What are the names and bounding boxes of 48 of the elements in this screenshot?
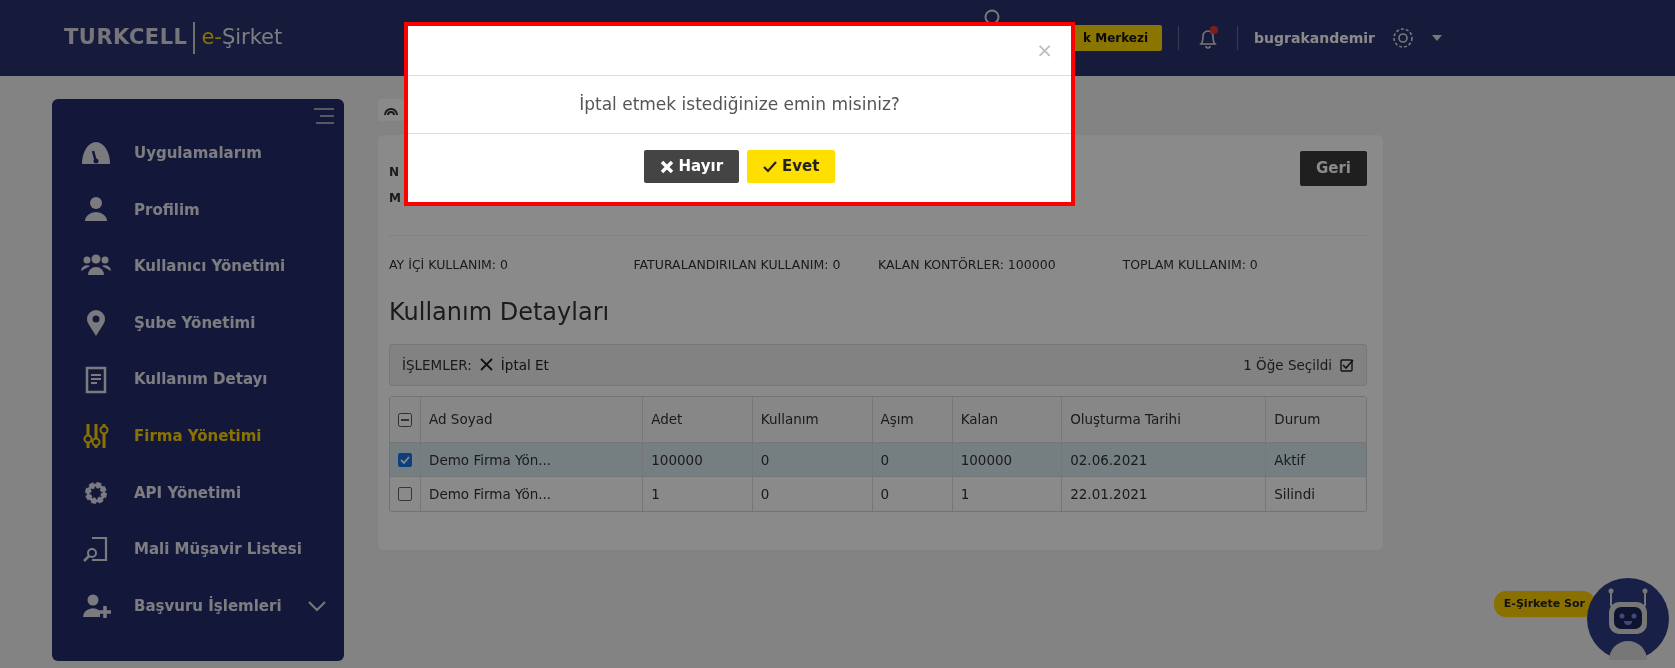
table-cell: 0: [872, 442, 953, 477]
stat-text: AY İÇİ KULLANIM: 0: [389, 258, 509, 272]
column-header: Durum: [1265, 396, 1366, 443]
table-cell: 0: [872, 476, 953, 511]
sidebar-item[interactable]: Başvuru İşlemleri: [62, 577, 334, 635]
table-cell: Silindi: [1265, 476, 1366, 511]
sidebar-item[interactable]: Firma Yönetimi: [62, 407, 334, 465]
table-cell: 0: [752, 476, 872, 511]
back-button[interactable]: Geri: [1299, 151, 1367, 186]
chat-bubble[interactable]: E-Şirkete Sor: [1493, 590, 1595, 618]
table-cell: 1: [952, 476, 1062, 511]
info-text: N: [389, 164, 401, 181]
column-header: Adet: [642, 396, 753, 443]
sidebar-item[interactable]: Profilim: [62, 181, 334, 239]
column-header: Oluşturma Tarihi: [1061, 396, 1266, 443]
dialog-message: İptal etmek istediğinize emin misiniz?: [579, 92, 900, 116]
column-header: Aşım: [872, 396, 953, 443]
column-header: Kalan: [952, 396, 1062, 443]
info-text: M: [389, 190, 401, 207]
username[interactable]: bugrakandemir: [1254, 27, 1375, 49]
table-cell: Demo Firma Yön...: [420, 476, 643, 511]
table-cell: 100000: [642, 442, 753, 477]
toolbar-label: İŞLEMLER:: [402, 355, 472, 375]
stat-text: KALAN KONTÖRLER: 100000: [878, 258, 1057, 272]
table-cell: 1: [642, 476, 753, 511]
stat-text: FATURALANDIRILAN KULLANIM: 0: [633, 258, 842, 272]
table-cell: Aktif: [1265, 442, 1366, 477]
sidebar-item[interactable]: Kullanım Detayı: [62, 351, 334, 408]
sidebar-item[interactable]: Kullanıcı Yönetimi: [62, 238, 334, 295]
logo-product: e-Şirket: [193, 22, 283, 54]
yes-button[interactable]: Evet: [747, 150, 836, 183]
table-cell: 02.06.2021: [1061, 442, 1266, 477]
no-button[interactable]: Hayır: [643, 150, 740, 183]
cancel-action[interactable]: İptal Et: [479, 354, 549, 375]
section-title: Kullanım Detayları: [389, 296, 611, 328]
logo-brand: TURKCELL: [64, 24, 188, 52]
selection-count: 1 Öğe Seçildi: [1243, 355, 1332, 375]
sidebar-item[interactable]: API Yönetimi: [62, 464, 334, 522]
column-header: Ad Soyad: [420, 396, 643, 443]
sidebar-item[interactable]: Uygulamalarım: [62, 125, 334, 182]
table-cell: 100000: [952, 442, 1062, 477]
column-header: Kullanım: [752, 396, 872, 443]
sidebar-item[interactable]: Şube Yönetimi: [62, 294, 334, 352]
table-cell: Demo Firma Yön...: [420, 442, 643, 477]
stat-text: TOPLAM KULLANIM: 0: [1122, 258, 1259, 272]
table-cell: 0: [752, 442, 872, 477]
sidebar-item[interactable]: Mali Müşavir Listesi: [62, 521, 334, 578]
table-cell: 22.01.2021: [1061, 476, 1266, 511]
